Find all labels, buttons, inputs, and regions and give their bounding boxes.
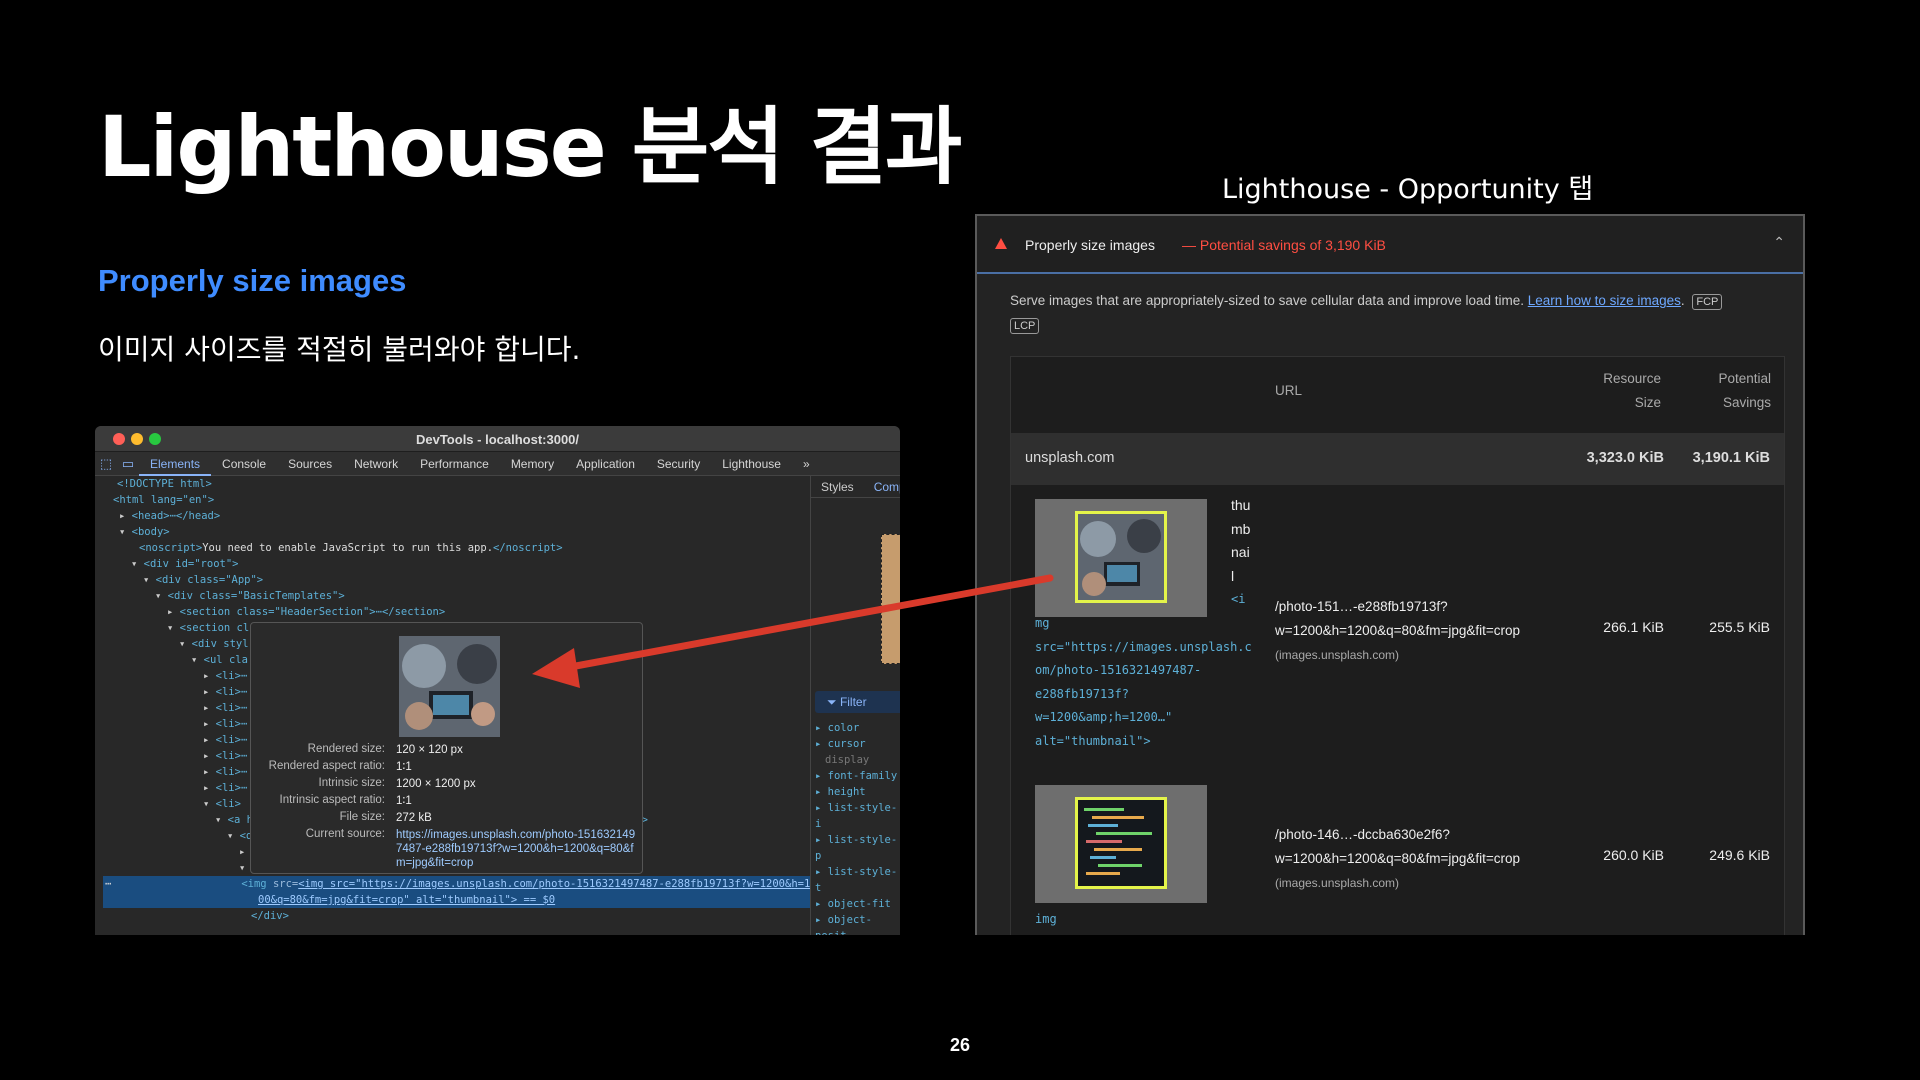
css-property[interactable]: ▸ cursor — [815, 736, 900, 752]
item-node-snippet: img — [1035, 912, 1057, 926]
warning-triangle-icon — [995, 238, 1007, 249]
css-property[interactable]: ▸ color — [815, 720, 900, 736]
dom-node[interactable]: ▾ <div class="BasicTemplates"> — [103, 588, 810, 604]
audit-table: URL Resource Size Potential Savings unspla… — [1010, 356, 1785, 935]
css-property[interactable]: ▸ font-family — [815, 768, 900, 784]
inspect-element-icon[interactable]: ⬚ — [95, 454, 117, 474]
tab-security[interactable]: Security — [646, 452, 711, 476]
item-savings: 249.6 KiB — [1709, 847, 1770, 863]
item-url[interactable]: /photo-146…-dccba630e2f6? w=1200&h=1200&… — [1275, 823, 1520, 895]
dom-node[interactable]: ▸ <section class="HeaderSection">⋯</sect… — [103, 604, 810, 620]
group-savings: 3,190.1 KiB — [1692, 450, 1770, 466]
filter-input[interactable]: ⏷ Filter — [815, 691, 900, 713]
column-header-url: URL — [1275, 383, 1303, 398]
css-property[interactable]: ▸ object-posit — [815, 912, 900, 935]
item-thumbnail — [1035, 499, 1207, 617]
tab-computed[interactable]: Comp — [864, 476, 900, 497]
lighthouse-audit-panel: Properly size images — Potential savings… — [975, 214, 1805, 935]
chevron-up-icon[interactable]: ⌃ — [1773, 234, 1785, 251]
item-thumbnail — [1035, 785, 1207, 903]
sub-heading: Properly size images — [98, 263, 407, 298]
selected-img-node[interactable]: ⋯ <img src=<img src="https://images.unspl… — [103, 876, 810, 908]
tab-memory[interactable]: Memory — [500, 452, 565, 476]
item-node-label: thu mb nai l <i — [1231, 497, 1251, 606]
css-property[interactable]: ▸ object-fit — [815, 896, 900, 912]
audit-savings: — Potential savings of 3,190 KiB — [1182, 237, 1386, 253]
item-savings: 255.5 KiB — [1709, 619, 1770, 635]
box-model-diagram — [881, 534, 900, 664]
dom-node[interactable]: ▾ <body> — [103, 524, 810, 540]
dom-node[interactable]: </div> — [103, 908, 289, 924]
dom-node[interactable]: <noscript>You need to enable JavaScript … — [103, 540, 810, 556]
tab-console[interactable]: Console — [211, 452, 277, 476]
tab-styles[interactable]: Styles — [811, 476, 864, 497]
item-node-snippet: mg src="https://images.unsplash.c om/pho… — [1035, 616, 1252, 748]
css-property[interactable]: ▸ list-style-t — [815, 864, 900, 896]
devtools-titlebar: DevTools - localhost:3000/ — [95, 426, 900, 452]
dom-node[interactable]: <!DOCTYPE html> — [103, 476, 810, 492]
metric-chip-lcp: LCP — [1010, 318, 1040, 334]
css-property[interactable]: ▸ height — [815, 784, 900, 800]
item-resource-size: 266.1 KiB — [1603, 619, 1664, 635]
metric-chip-fcp: FCP — [1692, 294, 1723, 310]
computed-properties-list: ▸ color ▸ cursor display ▸ font-family ▸… — [815, 720, 900, 935]
audit-description: Serve images that are appropriately-size… — [1010, 289, 1790, 337]
tab-performance[interactable]: Performance — [409, 452, 500, 476]
css-property[interactable]: ▸ list-style-i — [815, 800, 900, 832]
styles-tabbar: Styles Comp — [811, 476, 900, 498]
more-tabs-icon[interactable]: » — [792, 452, 821, 476]
device-toolbar-icon[interactable]: ▭ — [117, 454, 139, 474]
styles-pane: Styles Comp ⏷ Filter ▸ color ▸ cursor di… — [810, 476, 900, 935]
page-number: 26 — [949, 1035, 971, 1055]
item-resource-size: 260.0 KiB — [1603, 847, 1664, 863]
image-preview-tooltip: Rendered size: 120 × 120 px Rendered aspe… — [250, 622, 643, 874]
tooltip-row-file-size: File size: 272 kB — [339, 811, 432, 824]
dom-node[interactable]: ▾ <div id="root"> — [103, 556, 810, 572]
tooltip-row-intrinsic-ratio: Intrinsic aspect ratio: 1∶1 — [279, 794, 412, 807]
image-preview-thumbnail — [399, 636, 500, 737]
group-resource-size: 3,323.0 KiB — [1586, 450, 1664, 466]
dom-node[interactable]: <html lang="en"> — [103, 492, 810, 508]
devtools-tabbar: ⬚ ▭ Elements Console Sources Network Per… — [95, 452, 900, 476]
filter-icon: ⏷ — [827, 695, 840, 709]
group-host: unsplash.com — [1025, 450, 1115, 466]
tab-sources[interactable]: Sources — [277, 452, 343, 476]
slide-description: 이미지 사이즈를 적절히 불러와야 합니다. — [98, 333, 581, 366]
tab-lighthouse[interactable]: Lighthouse — [711, 452, 792, 476]
tooltip-row-rendered-size: Rendered size: 120 × 120 px — [307, 743, 463, 756]
dom-node[interactable]: ▾ <div class="App"> — [103, 572, 810, 588]
tooltip-row-current-source: Current source: https://images.unsplash.c… — [305, 828, 636, 869]
dom-node[interactable]: ▸ <head>⋯</head> — [103, 508, 810, 524]
lighthouse-caption: Lighthouse - Opportunity 탭 — [1222, 174, 1594, 205]
tab-elements[interactable]: Elements — [139, 452, 212, 476]
group-row: unsplash.com 3,323.0 KiB 3,190.1 KiB — [1011, 433, 1784, 485]
item-url[interactable]: /photo-151…-e288fb19713f? w=1200&h=1200&… — [1275, 595, 1520, 667]
tooltip-row-intrinsic-size: Intrinsic size: 1200 × 1200 px — [318, 777, 476, 790]
audit-title: Properly size images — [1025, 237, 1155, 253]
devtools-window-title: DevTools - localhost:3000/ — [415, 432, 580, 447]
audit-header[interactable]: Properly size images — Potential savings… — [977, 216, 1803, 274]
tab-network[interactable]: Network — [343, 452, 409, 476]
tooltip-row-rendered-ratio: Rendered aspect ratio: 1∶1 — [268, 760, 412, 773]
slide-title: Lighthouse 분석 결과 — [98, 98, 962, 196]
column-header-potential-savings: Potential Savings — [1718, 371, 1771, 410]
learn-more-link[interactable]: Learn how to size images — [1528, 293, 1681, 308]
css-property[interactable]: display — [815, 752, 900, 768]
css-property[interactable]: ▸ list-style-p — [815, 832, 900, 864]
tab-application[interactable]: Application — [565, 452, 646, 476]
